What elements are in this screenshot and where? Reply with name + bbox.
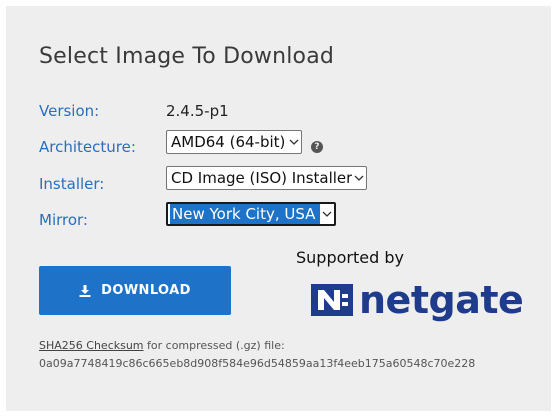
checksum-link[interactable]: SHA256 Checksum — [39, 339, 144, 352]
chevron-down-icon — [352, 167, 366, 189]
checksum-line: SHA256 Checksum for compressed (.gz) fil… — [39, 339, 285, 352]
netgate-logo-icon — [311, 284, 353, 316]
netgate-logo: netgate — [311, 278, 524, 322]
installer-select-value: CD Image (ISO) Installer — [171, 169, 352, 187]
version-label: Version: — [39, 102, 100, 120]
mirror-select[interactable]: New York City, USA — [166, 202, 336, 226]
installer-label: Installer: — [39, 175, 105, 193]
chevron-down-icon — [287, 131, 301, 153]
download-button[interactable]: DOWNLOAD — [39, 266, 231, 315]
checksum-hash: 0a09a7748419c86c665eb8d908f584e96d54859a… — [39, 357, 476, 370]
supported-by-text: Supported by — [296, 248, 404, 267]
mirror-label: Mirror: — [39, 211, 88, 229]
architecture-select-value: AMD64 (64-bit) — [171, 133, 286, 151]
help-icon[interactable]: ? — [311, 141, 323, 153]
version-value: 2.4.5-p1 — [166, 102, 229, 120]
netgate-wordmark: netgate — [359, 278, 524, 322]
architecture-select[interactable]: AMD64 (64-bit) — [166, 130, 302, 154]
download-icon — [79, 284, 91, 297]
architecture-label: Architecture: — [39, 138, 136, 156]
mirror-select-value: New York City, USA — [170, 204, 320, 224]
installer-select[interactable]: CD Image (ISO) Installer — [166, 166, 367, 190]
download-button-label: DOWNLOAD — [101, 283, 191, 298]
chevron-down-icon — [320, 204, 334, 224]
page-title: Select Image To Download — [39, 44, 335, 69]
download-panel: Select Image To Download Version: 2.4.5-… — [6, 6, 551, 411]
checksum-text: for compressed (.gz) file: — [143, 339, 285, 352]
